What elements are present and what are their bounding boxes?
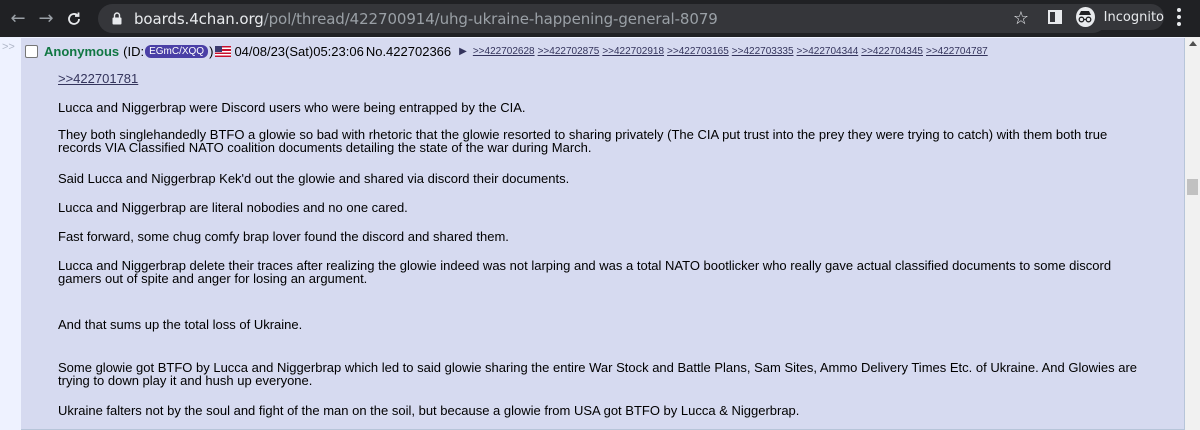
tab-icon[interactable] <box>1048 10 1062 24</box>
post-paragraph: Said Lucca and Niggerbrap Kek'd out the … <box>58 171 570 186</box>
post-paragraph: Some glowie got BTFO by Lucca and Nigger… <box>58 360 1138 388</box>
poster-id-tag[interactable]: EGmC/XQQ <box>145 44 209 58</box>
post-paragraph: Lucca and Niggerbrap are literal nobodie… <box>58 200 408 215</box>
post-paragraph: Lucca and Niggerbrap delete their traces… <box>58 258 1112 286</box>
backlink[interactable]: >>422703165 <box>667 46 729 57</box>
url-text[interactable]: boards.4chan.org/pol/thread/422700914/uh… <box>134 10 718 28</box>
side-marker: >> <box>2 41 15 53</box>
backlink[interactable]: >>422703335 <box>732 46 794 57</box>
browser-toolbar: ← → boards.4chan.org/pol/thread/42270091… <box>0 0 1200 37</box>
url-host: boards.4chan.org <box>134 9 264 28</box>
scrollbar[interactable] <box>1185 37 1200 430</box>
arrow-right-icon[interactable]: → <box>32 5 60 33</box>
kebab-menu-icon[interactable] <box>1177 8 1181 26</box>
backlink[interactable]: >>422704345 <box>861 46 923 57</box>
poster-name: Anonymous <box>44 43 120 59</box>
scrollbar-thumb[interactable] <box>1187 179 1198 195</box>
post-paragraph: Fast forward, some chug comfy brap lover… <box>58 229 509 244</box>
id-prefix: (ID: <box>123 43 145 59</box>
incognito-badge[interactable]: Incognito <box>1072 4 1164 30</box>
backlink[interactable]: >>422702875 <box>538 46 600 57</box>
incognito-label: Incognito <box>1103 9 1164 25</box>
post-datetime: 04/08/23(Sat)05:23:06 <box>234 43 364 59</box>
thread-page: >> Anonymous (ID: EGmC/XQQ ) 04/08/23(Sa… <box>0 37 1185 430</box>
post-paragraph: And that sums up the total loss of Ukrai… <box>58 317 303 332</box>
lock-icon[interactable] <box>110 12 124 26</box>
us-flag-icon <box>215 45 232 57</box>
backlinks: >>422702628 >>422702875 >>422702918 >>42… <box>473 46 988 57</box>
url-path: /pol/thread/422700914/uhg-ukraine-happen… <box>263 9 718 28</box>
backlink[interactable]: >>422704787 <box>926 46 988 57</box>
post-menu-arrow-icon[interactable]: ▶ <box>459 46 467 57</box>
address-bar[interactable]: boards.4chan.org/pol/thread/422700914/uh… <box>98 4 1107 33</box>
post-paragraph: Ukraine falters not by the soul and figh… <box>58 403 800 418</box>
post-paragraph: Lucca and Niggerbrap were Discord users … <box>58 100 526 115</box>
id-suffix: ) <box>209 43 214 59</box>
post-checkbox[interactable] <box>25 44 38 58</box>
post-header: Anonymous (ID: EGmC/XQQ ) 04/08/23(Sat)0… <box>25 42 988 60</box>
reload-icon[interactable] <box>60 5 88 33</box>
star-icon[interactable]: ☆ <box>1013 8 1029 29</box>
post-number[interactable]: No.422702366 <box>366 44 451 59</box>
backlink[interactable]: >>422704344 <box>797 46 859 57</box>
quote-link[interactable]: >>422701781 <box>58 71 138 86</box>
incognito-icon <box>1076 7 1095 27</box>
post-paragraph: They both singlehandedly BTFO a glowie s… <box>58 127 1108 155</box>
backlink[interactable]: >>422702918 <box>602 46 664 57</box>
arrow-left-icon[interactable]: ← <box>4 5 32 33</box>
reply-post: Anonymous (ID: EGmC/XQQ ) 04/08/23(Sat)0… <box>21 38 1185 430</box>
scroll-up-arrow-icon[interactable] <box>1189 41 1197 46</box>
backlink[interactable]: >>422702628 <box>473 46 535 57</box>
